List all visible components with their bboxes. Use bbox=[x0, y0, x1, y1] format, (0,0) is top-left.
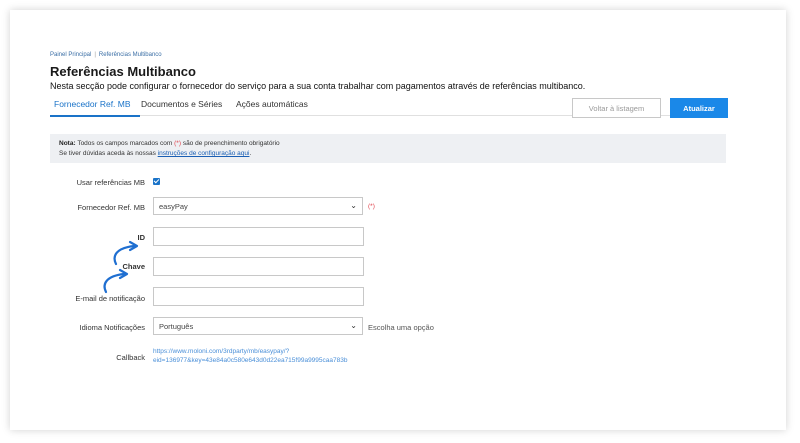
note-period: . bbox=[249, 150, 252, 157]
language-value: Português bbox=[159, 322, 194, 331]
use-mb-label: Usar referências MB bbox=[76, 178, 145, 187]
breadcrumb-current[interactable]: Referências Multibanco bbox=[99, 52, 162, 58]
note-prefix: Nota: bbox=[59, 140, 76, 147]
provider-required-mark: (*) bbox=[368, 203, 375, 210]
note-line-1: Nota: Todos os campos marcados com (*) s… bbox=[59, 140, 280, 147]
note-text-b: são de preenchimento obrigatório bbox=[182, 140, 280, 147]
provider-select[interactable]: easyPay ⌄ bbox=[153, 197, 363, 215]
tab-acoes-automaticas[interactable]: Ações automáticas bbox=[236, 97, 308, 115]
callback-label: Callback bbox=[116, 353, 145, 362]
breadcrumb: Painel Principal | Referências Multibanco bbox=[50, 52, 162, 58]
callback-url[interactable]: https://www.moloni.com/3rdparty/mb/easyp… bbox=[153, 347, 393, 365]
page-description: Nesta secção pode configurar o fornecedo… bbox=[50, 81, 586, 91]
breadcrumb-separator: | bbox=[94, 52, 96, 58]
curved-arrow-icon bbox=[113, 240, 139, 266]
language-select[interactable]: Português ⌄ bbox=[153, 317, 363, 335]
note-text-a: Todos os campos marcados com bbox=[77, 140, 173, 147]
chevron-down-icon: ⌄ bbox=[350, 201, 357, 210]
chevron-down-icon: ⌄ bbox=[350, 321, 357, 330]
key-input[interactable] bbox=[153, 257, 364, 276]
tab-documentos-series[interactable]: Documentos e Séries bbox=[141, 97, 222, 115]
language-hint: Escolha uma opção bbox=[368, 323, 434, 332]
note-help-text: Se tiver dúvidas aceda às nossas bbox=[59, 150, 156, 157]
curved-arrow-icon bbox=[103, 268, 129, 294]
required-mark: (*) bbox=[174, 140, 181, 147]
provider-value: easyPay bbox=[159, 202, 188, 211]
callback-url-line-1: https://www.moloni.com/3rdparty/mb/easyp… bbox=[153, 348, 290, 355]
back-to-list-button[interactable]: Voltar à listagem bbox=[572, 98, 661, 118]
tab-fornecedor[interactable]: Fornecedor Ref. MB bbox=[50, 97, 140, 117]
use-mb-checkbox[interactable] bbox=[153, 178, 160, 185]
note-line-2: Se tiver dúvidas aceda às nossas instruç… bbox=[59, 150, 251, 157]
email-input[interactable] bbox=[153, 287, 364, 306]
provider-label: Fornecedor Ref. MB bbox=[77, 203, 145, 212]
note-box: Nota: Todos os campos marcados com (*) s… bbox=[50, 134, 726, 163]
language-label: Idioma Notificações bbox=[79, 323, 145, 332]
breadcrumb-home[interactable]: Painel Principal bbox=[50, 52, 91, 58]
config-instructions-link[interactable]: instruções de configuração aqui bbox=[158, 150, 250, 157]
update-button[interactable]: Atualizar bbox=[670, 98, 728, 118]
page-title: Referências Multibanco bbox=[50, 64, 196, 79]
callback-url-line-2: eid=136977&key=43e84a0c580e643d0d22ea715… bbox=[153, 357, 348, 364]
id-input[interactable] bbox=[153, 227, 364, 246]
